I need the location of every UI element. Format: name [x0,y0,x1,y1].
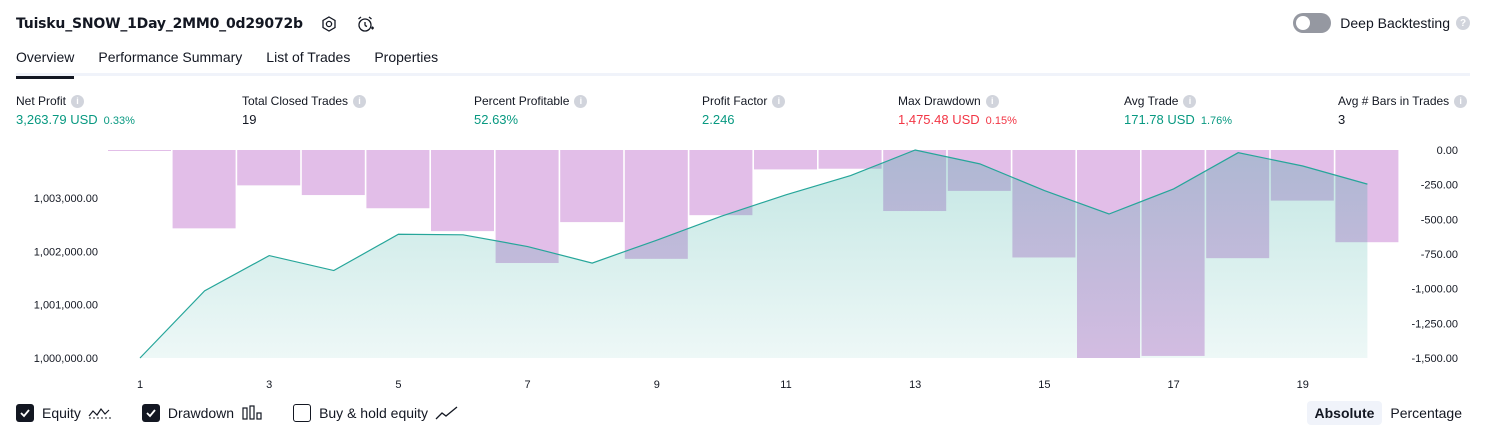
metric-label: Avg Trade [1124,94,1179,108]
info-icon[interactable]: i [772,94,786,108]
info-icon[interactable]: i [1454,94,1468,108]
buy-hold-checkbox[interactable] [293,404,312,422]
left-axis-tick-label: 1,003,000.00 [34,193,98,205]
drawdown-bar [301,150,365,196]
right-axis-tick-label: -1,500.00 [1412,353,1458,365]
mode-percentage[interactable]: Percentage [1382,401,1470,425]
deep-backtesting: Deep Backtesting ? [1293,13,1470,33]
info-icon[interactable]: i [1183,94,1197,108]
drawdown-bar [366,150,430,209]
metric-label: Percent Profitable [474,94,570,108]
metric-value: 19 [242,112,257,127]
tab-list-of-trades[interactable]: List of Trades [266,46,350,76]
x-axis-tick-label: 13 [909,379,921,391]
right-axis-tick-label: -1,000.00 [1412,284,1458,296]
drawdown-bar [689,150,753,216]
metric-percent: 1.76% [1200,115,1233,127]
info-icon[interactable]: i [574,94,588,108]
x-axis-tick-label: 7 [525,379,531,391]
info-icon[interactable]: i [353,94,367,108]
legend-drawdown[interactable]: Drawdown [141,404,263,422]
metric-avg-trade: Avg Trade i 171.78 USD 1.76% [1124,94,1232,127]
x-axis-tick-label: 5 [395,379,401,391]
drawdown-bar [431,150,494,232]
help-icon[interactable]: ? [1456,16,1470,30]
legend-label: Drawdown [167,405,235,421]
settings-hex-icon[interactable] [319,14,339,34]
metric-label: Total Closed Trades [242,94,349,108]
tab-performance-summary[interactable]: Performance Summary [98,46,242,76]
legend-label: Buy & hold equity [319,405,429,421]
x-axis-tick-label: 19 [1297,379,1309,391]
metric-avg-bars-in-trades: Avg # Bars in Trades i 3 [1338,94,1468,127]
x-axis-tick-label: 1 [137,379,143,391]
metric-profit-factor: Profit Factor i 2.246 [702,94,786,127]
add-alert-clock-icon[interactable] [355,14,375,34]
x-axis-tick-label: 15 [1038,379,1050,391]
x-axis-tick-label: 9 [654,379,660,391]
buy-hold-line-icon [435,405,459,421]
metric-label: Profit Factor [702,94,768,108]
metric-value: 3,263.79 USD [16,112,98,127]
x-axis-tick-label: 11 [780,379,791,391]
strategy-header: Tuisku_SNOW_1Day_2MM0_0d29072b [16,12,375,36]
right-axis-tick-label: -1,250.00 [1412,318,1458,330]
tab-bar: Overview Performance Summary List of Tra… [16,46,1470,79]
metric-net-profit: Net Profit i 3,263.79 USD 0.33% [16,94,135,127]
right-axis-tick-label: 0.00 [1437,145,1458,157]
info-icon[interactable]: i [71,94,85,108]
equity-checkbox[interactable] [16,404,34,422]
mode-switch: Absolute Percentage [1306,401,1471,425]
metric-percent: 0.33% [103,115,135,127]
x-axis-tick-label: 17 [1167,379,1179,391]
drawdown-bar [172,150,236,229]
drawdown-bar [818,150,882,169]
drawdown-bars-icon [241,405,263,421]
drawdown-bar [560,150,624,223]
deep-backtesting-label: Deep Backtesting [1340,15,1450,31]
legend-buy-hold[interactable]: Buy & hold equity [293,404,459,422]
metric-max-drawdown: Max Drawdown i 1,475.48 USD 0.15% [898,94,1017,127]
right-axis-tick-label: -500.00 [1421,214,1458,226]
left-axis-tick-label: 1,001,000.00 [34,300,98,312]
metric-label: Net Profit [16,94,67,108]
left-axis-tick-label: 1,000,000.00 [34,353,98,365]
chart-legend: Equity Drawdown Buy & hold equity [16,404,489,422]
legend-equity[interactable]: Equity [16,404,112,422]
drawdown-bar [237,150,301,186]
legend-label: Equity [42,405,81,421]
tab-overview[interactable]: Overview [16,46,75,79]
strategy-title: Tuisku_SNOW_1Day_2MM0_0d29072b [16,16,303,32]
metric-value: 3 [1338,112,1346,127]
drawdown-bar [108,150,171,151]
right-axis-tick-label: -750.00 [1421,249,1458,261]
deep-backtesting-toggle[interactable] [1293,13,1332,33]
metric-value: 1,475.48 USD [898,112,980,127]
metric-label: Max Drawdown [898,94,981,108]
metric-value: 171.78 USD [1124,112,1195,127]
metric-value: 2.246 [702,112,735,127]
x-axis-tick-label: 3 [266,379,272,391]
drawdown-checkbox[interactable] [141,404,160,422]
metric-percent-profitable: Percent Profitable i 52.63% [474,94,588,127]
tab-properties[interactable]: Properties [374,46,438,76]
info-icon[interactable]: i [985,94,999,108]
equity-drawdown-chart: 1,000,000.00 1,001,000.00 1,002,000.00 1,00… [34,145,1458,391]
drawdown-bar [754,150,817,170]
right-axis-tick-label: -250.00 [1421,180,1458,192]
mode-absolute[interactable]: Absolute [1306,401,1383,425]
metric-total-closed-trades: Total Closed Trades i 19 [242,94,367,127]
metric-value: 52.63% [474,112,519,127]
metric-percent: 0.15% [985,115,1017,127]
metric-label: Avg # Bars in Trades [1338,94,1450,108]
equity-wave-icon [88,405,112,421]
left-axis-tick-label: 1,002,000.00 [34,246,98,258]
